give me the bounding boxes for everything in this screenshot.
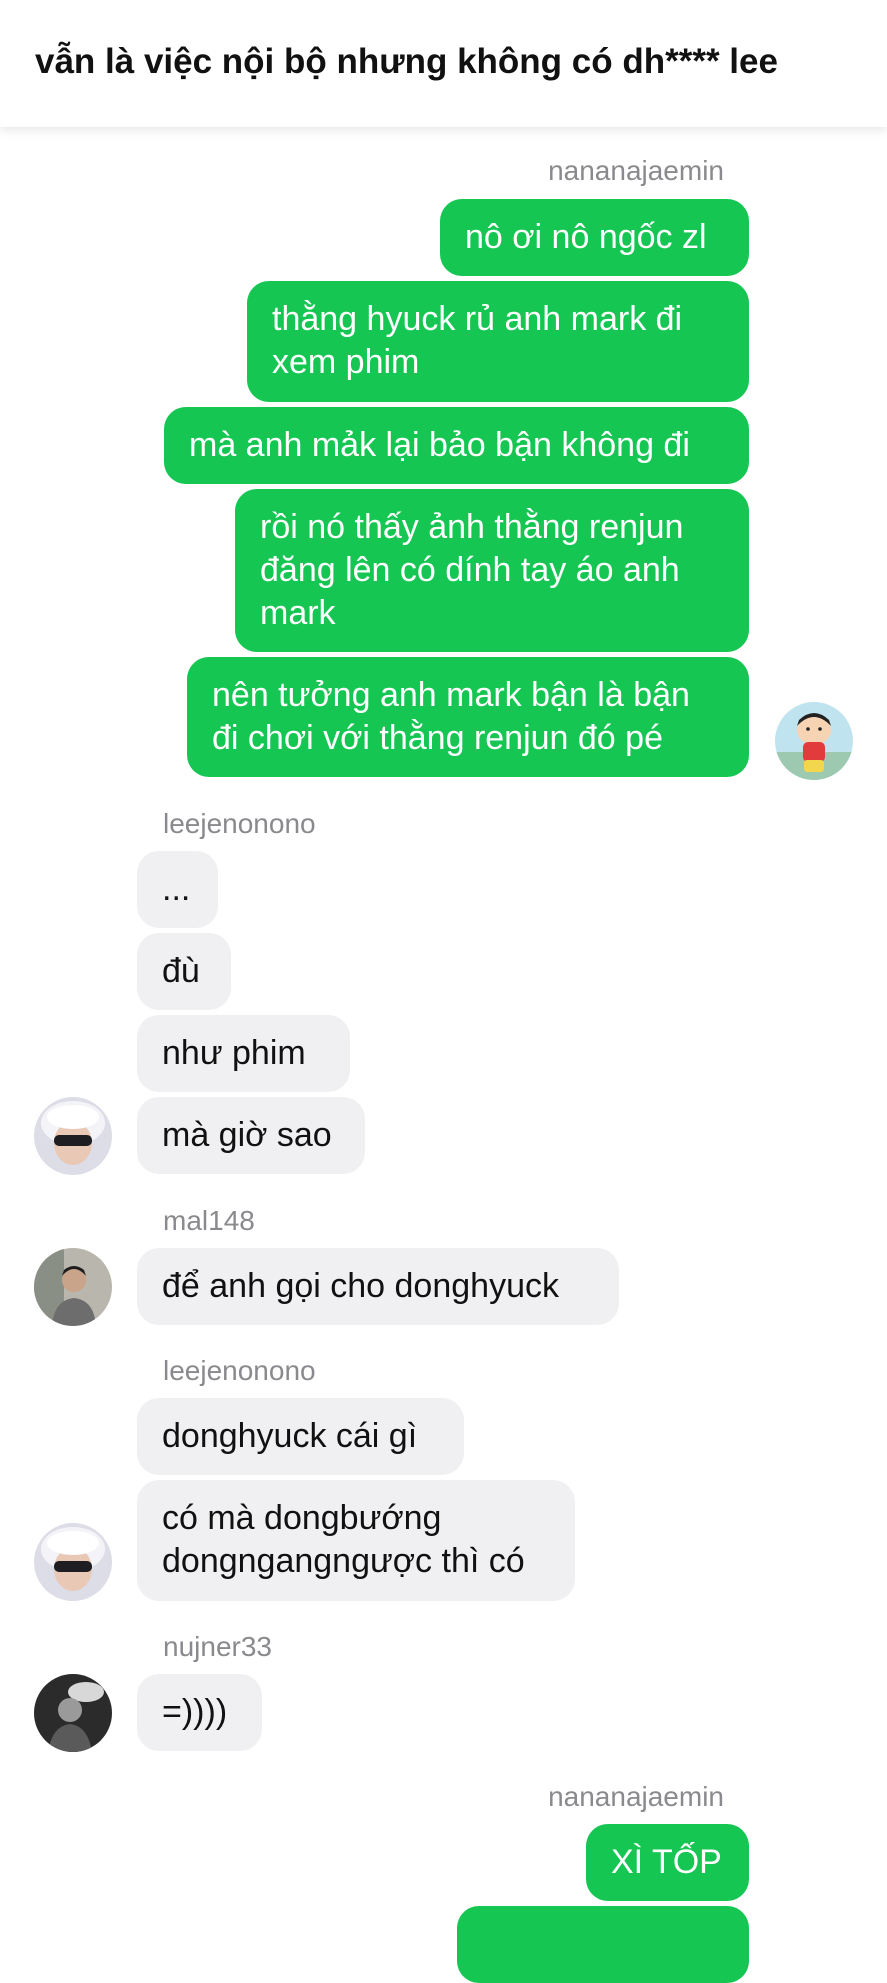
message-bubble[interactable]: =)))) xyxy=(137,1674,262,1751)
message-bubble[interactable]: ... xyxy=(137,851,218,928)
message-list[interactable]: nananajaemin nô ơi nô ngốc zl thằng hyuc… xyxy=(0,127,887,1983)
sender-name: leejenonono xyxy=(163,808,316,839)
sender-name: nujner33 xyxy=(163,1631,272,1662)
message-bubble[interactable]: có mà dongbướng dongngangngược thì có xyxy=(137,1480,575,1601)
sender-name: mal148 xyxy=(163,1205,255,1236)
message-bubble[interactable]: mà anh mảk lại bảo bận không đi xyxy=(164,407,749,484)
message-bubble[interactable]: rồi nó thấy ảnh thằng renjun đăng lên có… xyxy=(235,489,749,652)
person-photo-avatar-icon[interactable] xyxy=(34,1248,112,1326)
message-bubble[interactable]: đù xyxy=(137,933,231,1010)
white-hair-masked-avatar-icon[interactable] xyxy=(34,1097,112,1175)
message-bubble[interactable]: để anh gọi cho donghyuck xyxy=(137,1248,619,1325)
sender-name: nananajaemin xyxy=(548,1781,724,1812)
white-hair-masked-avatar-icon[interactable] xyxy=(34,1523,112,1601)
chat-header: vẫn là việc nội bộ nhưng không có dh****… xyxy=(0,0,887,127)
message-bubble[interactable]: XÌ TỐP xyxy=(586,1824,749,1901)
sender-name: leejenonono xyxy=(163,1355,316,1386)
sender-name: nananajaemin xyxy=(548,155,724,186)
message-bubble[interactable]: nên tưởng anh mark bận là bận đi chơi vớ… xyxy=(187,657,749,777)
group-title[interactable]: vẫn là việc nội bộ nhưng không có dh****… xyxy=(35,42,778,82)
message-bubble[interactable]: như phim xyxy=(137,1015,350,1092)
monochrome-photo-avatar-icon[interactable] xyxy=(34,1674,112,1752)
message-bubble[interactable]: nô ơi nô ngốc zl xyxy=(440,199,749,276)
message-bubble[interactable]: mà giờ sao xyxy=(137,1097,365,1174)
message-bubble-partial[interactable] xyxy=(457,1906,749,1983)
cartoon-boy-avatar-icon[interactable] xyxy=(775,702,853,780)
message-bubble[interactable]: donghyuck cái gì xyxy=(137,1398,464,1475)
message-bubble[interactable]: thằng hyuck rủ anh mark đi xem phim xyxy=(247,281,749,402)
